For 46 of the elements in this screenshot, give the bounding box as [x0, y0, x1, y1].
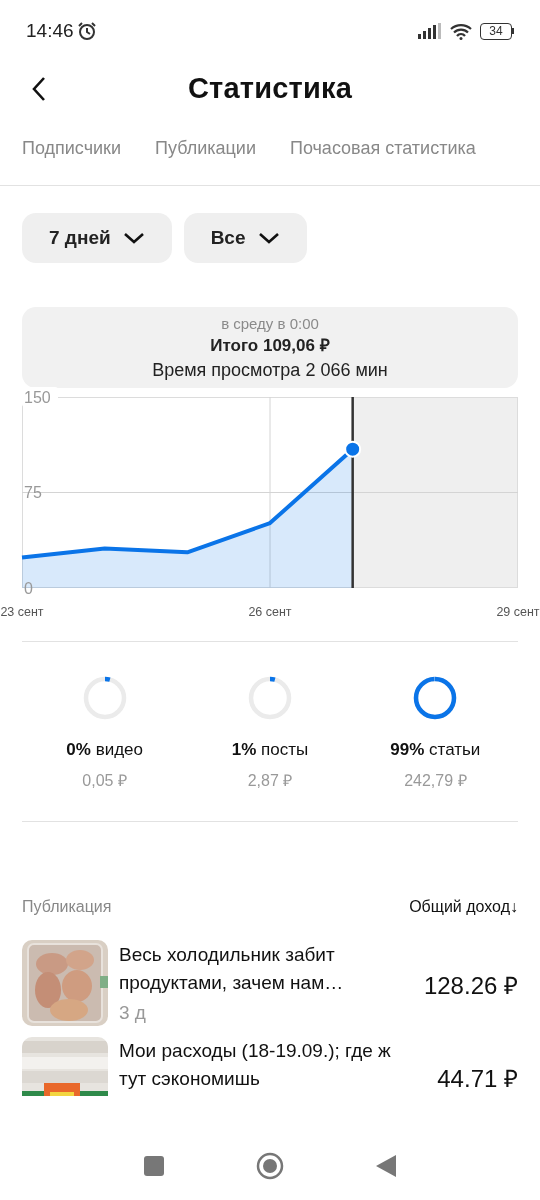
y-axis-label: 150 [24, 388, 51, 406]
category-amount: 0,05 ₽ [82, 770, 127, 791]
category-amount: 2,87 ₽ [247, 770, 293, 791]
clock-time: 14:46 [26, 18, 74, 43]
donut-chart [247, 675, 293, 721]
tooltip-total: Итого 109,06 ₽ [210, 335, 330, 357]
chevron-down-icon [122, 232, 145, 244]
publication-income: 44.71 ₽ [437, 1063, 518, 1094]
category-share: 99% статьи [390, 739, 481, 761]
tooltip-date: в среду в 0:00 [221, 314, 319, 334]
signal-icon [418, 23, 442, 39]
y-axis-label: 75 [24, 484, 42, 501]
donut-chart [81, 675, 128, 721]
publication-income: 128.26 ₽ [423, 970, 518, 1001]
column-header: Публикация [22, 896, 112, 917]
battery-icon: 34 [480, 22, 514, 40]
back-nav-button[interactable] [376, 1155, 396, 1177]
x-axis-label: 23 сент [0, 605, 44, 619]
category-share: 0% видео [66, 739, 143, 761]
square-icon [144, 1156, 164, 1176]
sort-button[interactable]: Общий доход↓ [409, 894, 518, 919]
tab[interactable]: Почасовая статистика [289, 129, 476, 168]
home-circle-icon [256, 1152, 284, 1180]
alarm-icon [76, 21, 97, 41]
x-axis-label: 29 сент [496, 605, 540, 619]
category-share: 1% посты [231, 739, 309, 761]
chevron-down-icon [257, 232, 280, 244]
tab[interactable]: Подписчики [22, 129, 122, 168]
wifi-icon [450, 22, 472, 40]
publication-age: 3 д [119, 1000, 147, 1025]
publication-row[interactable]: Весь холодильник забит продуктами, зачем нам… 3 д 128.26 ₽ [0, 918, 540, 1036]
publication-title: Мои расходы (18-19.09.); где ж тут сэкономишь [119, 1038, 392, 1091]
back-icon [31, 76, 47, 102]
tooltip-watch-time: Время просмотра 2 066 мин [152, 359, 388, 382]
publication-title: Весь холодильник забит продуктами, зачем нам… [119, 942, 345, 995]
data-point [344, 440, 362, 458]
filter-dropdown[interactable]: Все [183, 213, 307, 263]
triangle-back-icon [376, 1155, 396, 1177]
publication-row[interactable]: Мои расходы (18-19.09.); где ж тут сэкономишь 44.71 ₽ [0, 1035, 540, 1096]
x-axis-label: 26 сент [248, 605, 292, 619]
home-button[interactable] [256, 1152, 284, 1180]
donut-chart [412, 675, 459, 721]
page-title: Статистика [187, 71, 353, 107]
filter-dropdown[interactable]: 7 дней [22, 213, 172, 263]
category-amount: 242,79 ₽ [404, 770, 467, 791]
tab[interactable]: Публикации [155, 129, 256, 168]
